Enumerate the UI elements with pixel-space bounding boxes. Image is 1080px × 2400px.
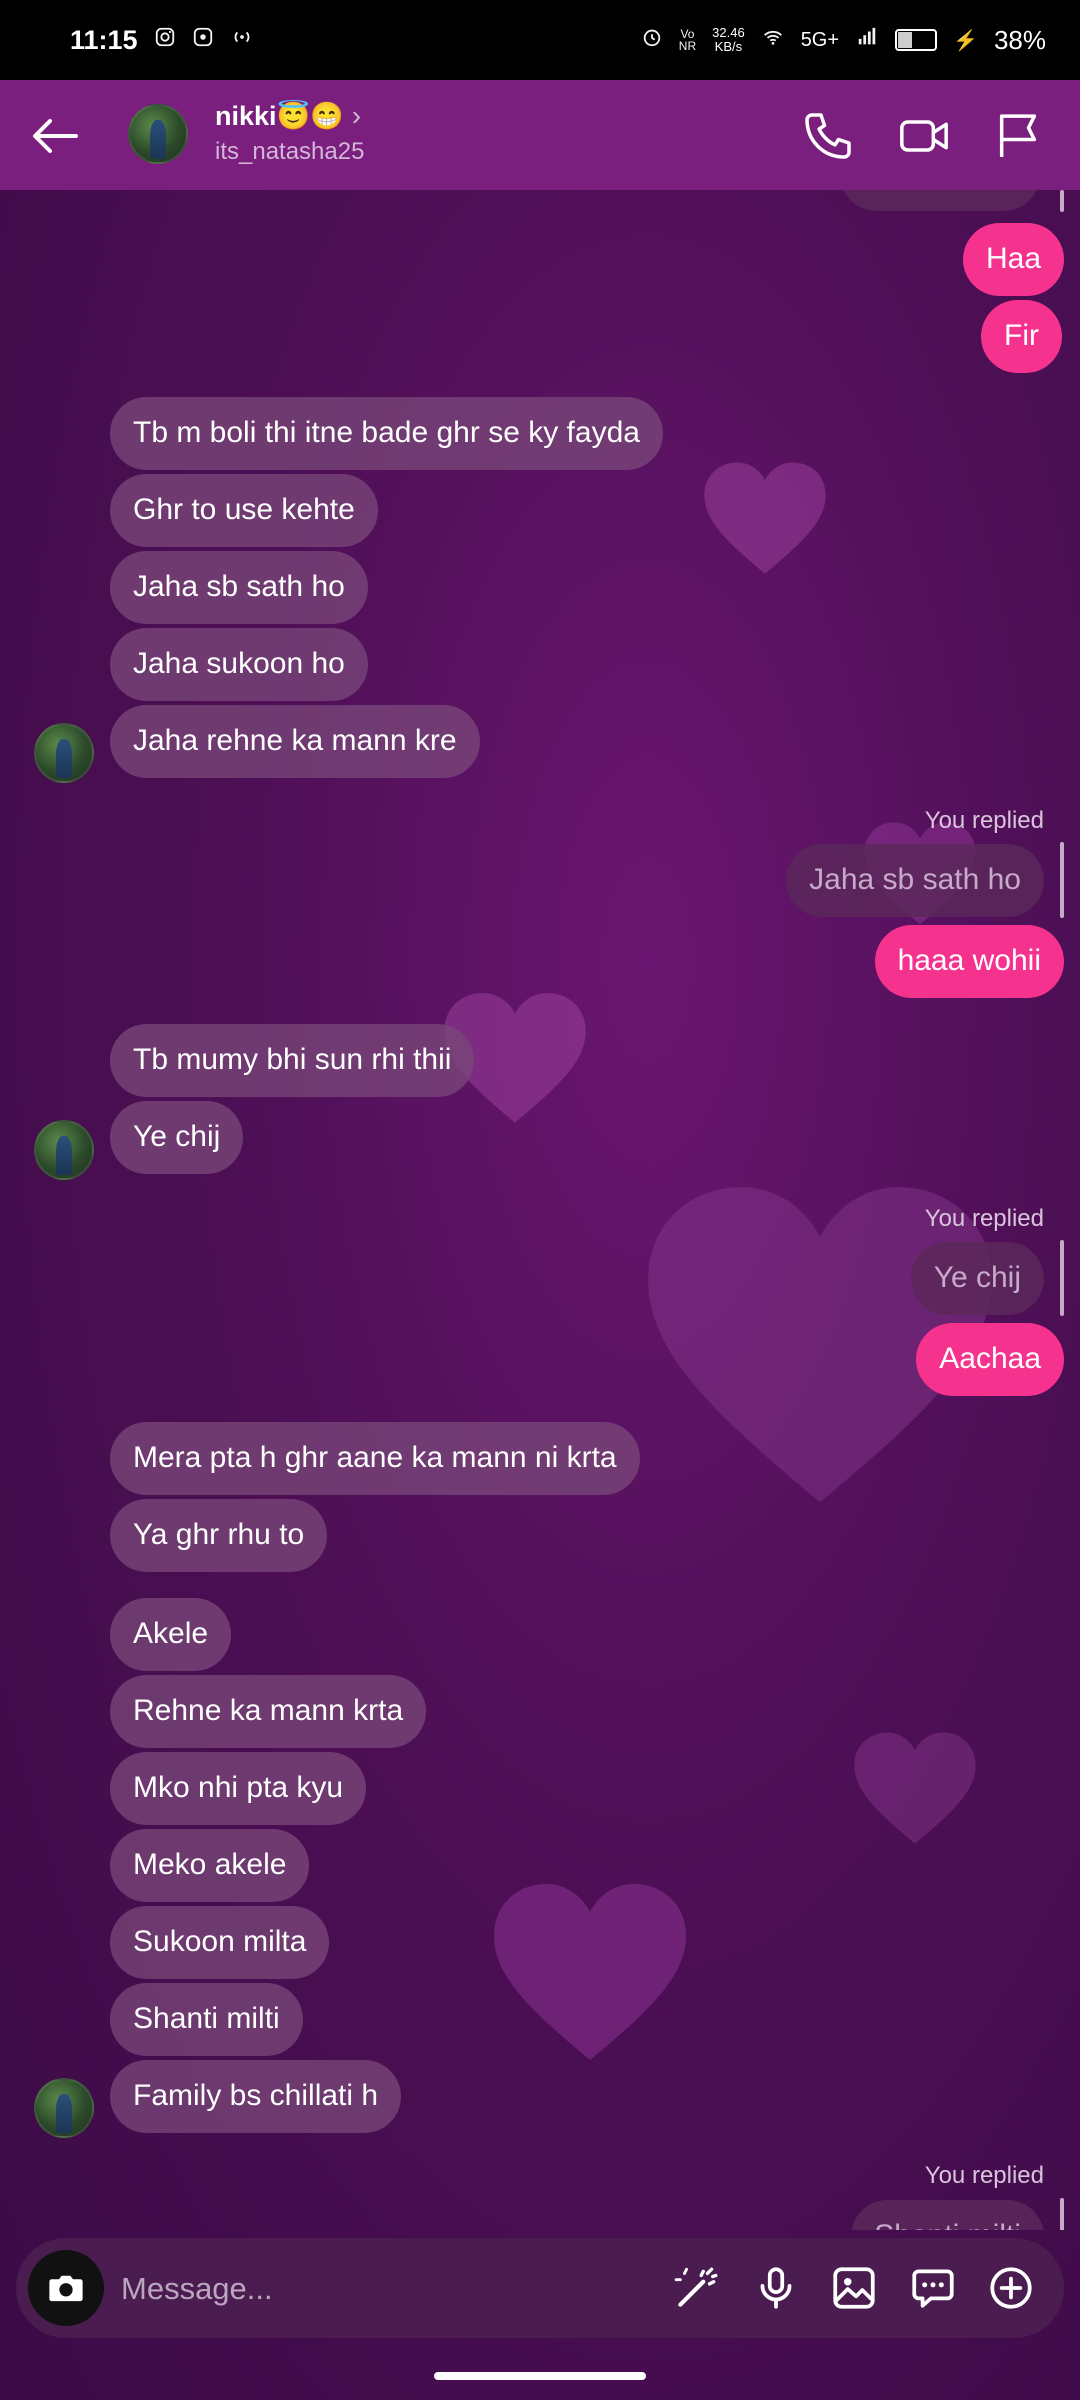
plus-icon[interactable] <box>986 2263 1036 2313</box>
message-bubble-incoming[interactable]: Jaha sb sath ho <box>110 551 368 624</box>
message-bubble-incoming[interactable]: Family bs chillati h <box>110 2060 402 2133</box>
contact-avatar[interactable] <box>128 104 188 164</box>
status-time: 11:15 <box>70 24 138 55</box>
reply-quote-bubble[interactable]: Jaha sb sath ho <box>786 844 1044 917</box>
flag-icon[interactable] <box>990 108 1046 164</box>
reply-bar <box>1060 842 1064 918</box>
video-camera-icon[interactable] <box>896 108 952 164</box>
charging-icon: ⚡ <box>953 29 978 52</box>
gallery-icon[interactable] <box>829 2263 879 2313</box>
phone-icon[interactable] <box>800 108 856 164</box>
reply-quote-bubble[interactable]: Shanti milti <box>851 2200 1044 2230</box>
message-bubble-outgoing[interactable]: Haa <box>963 223 1065 296</box>
message-bubble-outgoing[interactable]: haaa wohii <box>874 925 1064 998</box>
battery-icon <box>895 29 938 51</box>
message-bubble-incoming[interactable]: Sukoon milta <box>110 1906 330 1979</box>
instagram-icon <box>154 26 176 54</box>
battery-percent: 38% <box>993 24 1046 55</box>
message-bubble-incoming[interactable]: Shanti milti <box>110 1983 303 2056</box>
status-bar: 11:15 Vo NR 32.46 KB/s 5G+ ⚡ 38% <box>0 0 1080 80</box>
back-arrow-icon[interactable] <box>30 116 80 156</box>
sticker-chat-icon[interactable] <box>908 2263 958 2313</box>
signal-icon <box>855 26 879 54</box>
message-bubble-incoming[interactable]: Ghr to use kehte <box>110 474 378 547</box>
microphone-icon[interactable] <box>751 2263 801 2313</box>
reply-bar <box>1060 1240 1064 1316</box>
message-list[interactable]: Haa Fir Tb m boli thi itne bade ghr se k… <box>0 190 1080 2230</box>
partial-message-bubble <box>840 190 1040 211</box>
contact-name: nikki😇😁 <box>215 101 344 131</box>
message-composer <box>16 2238 1064 2338</box>
message-bubble-incoming[interactable]: Tb mumy bhi sun rhi thii <box>110 1024 475 1097</box>
you-replied-label: You replied <box>924 2162 1044 2189</box>
message-bubble-incoming[interactable]: Ya ghr rhu to <box>110 1499 328 1572</box>
message-bubble-incoming[interactable]: Tb m boli thi itne bade ghr se ky fayda <box>110 397 663 470</box>
message-bubble-incoming[interactable]: Akele <box>110 1598 232 1671</box>
chevron-right-icon: › <box>351 100 362 131</box>
alarm-icon <box>641 26 663 54</box>
message-bubble-incoming[interactable]: Mera pta h ghr aane ka mann ni krta <box>110 1422 640 1495</box>
wifi-icon <box>761 26 785 54</box>
message-bubble-incoming[interactable]: Mko nhi pta kyu <box>110 1752 367 1825</box>
volte-icon: Vo NR <box>678 27 697 53</box>
home-indicator[interactable] <box>434 2372 646 2380</box>
network-speed-unit: KB/s <box>714 39 743 54</box>
hotspot-icon <box>230 26 254 54</box>
camera-icon[interactable] <box>28 2250 104 2326</box>
network-speed: 32.46 KB/s <box>712 26 745 54</box>
magic-wand-icon[interactable] <box>672 2263 722 2313</box>
reply-quote-bubble[interactable]: Ye chij <box>910 1242 1044 1315</box>
you-replied-label: You replied <box>924 807 1044 834</box>
contact-info[interactable]: nikki😇😁 › its_natasha25 <box>215 100 364 166</box>
sender-avatar[interactable] <box>34 2078 94 2138</box>
message-input[interactable] <box>119 2264 663 2314</box>
message-bubble-incoming[interactable]: Jaha sukoon ho <box>110 628 368 701</box>
reply-bar <box>1060 2198 1064 2230</box>
you-replied-label: You replied <box>924 1205 1044 1232</box>
chat-header: nikki😇😁 › its_natasha25 <box>0 80 1080 190</box>
message-bubble-outgoing[interactable]: Fir <box>981 300 1062 373</box>
sender-avatar[interactable] <box>34 1120 94 1180</box>
reply-bar <box>1060 190 1064 212</box>
message-bubble-incoming[interactable]: Meko akele <box>110 1829 310 1902</box>
message-bubble-incoming[interactable]: Rehne ka mann krta <box>110 1675 427 1748</box>
sender-avatar[interactable] <box>34 723 94 783</box>
message-bubble-incoming[interactable]: Jaha rehne ka mann kre <box>110 705 480 778</box>
network-speed-value: 32.46 <box>712 25 745 40</box>
message-bubble-outgoing[interactable]: Aachaa <box>916 1323 1064 1396</box>
contact-username: its_natasha25 <box>215 138 365 165</box>
message-bubble-incoming[interactable]: Ye chij <box>110 1101 244 1174</box>
network-type: 5G+ <box>800 28 840 51</box>
app-icon <box>192 26 214 54</box>
